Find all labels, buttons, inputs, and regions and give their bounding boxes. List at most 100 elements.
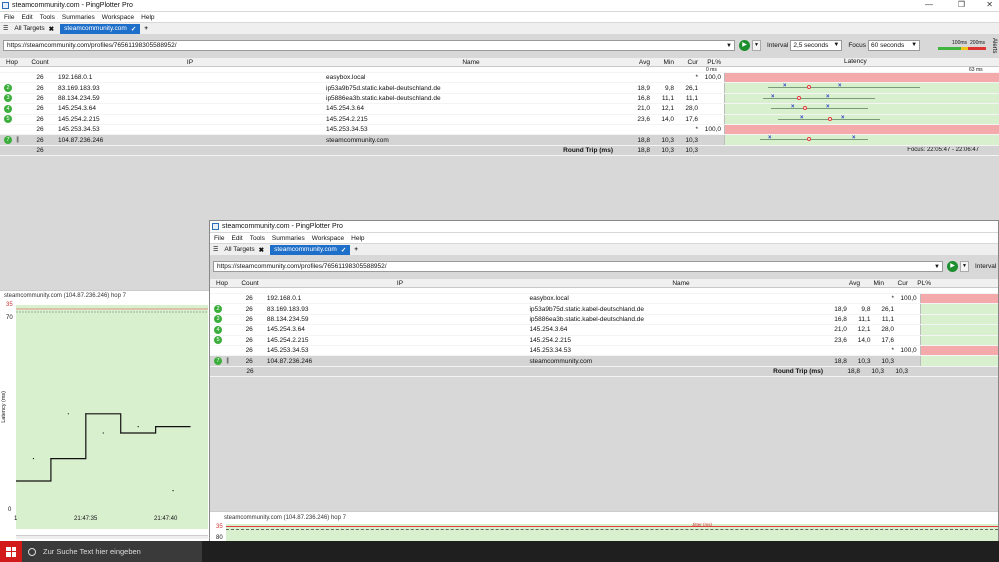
cell-avg: 18,8 — [834, 357, 847, 365]
timeline-plot-area[interactable] — [16, 305, 208, 529]
table-row[interactable]: 5 26 145.254.2.215 145.254.2.215 23,6 14,0 17,… — [0, 114, 999, 125]
col-count[interactable]: Count — [236, 280, 264, 287]
col-cur[interactable]: Cur — [677, 59, 701, 66]
col-cur[interactable]: Cur — [887, 280, 911, 287]
table-row[interactable]: 26 145.253.34.53 145.253.34.53 * 100,0 — [0, 124, 999, 136]
table-row[interactable]: 26 192.168.0.1 easybox.local * 100,0 — [0, 73, 999, 84]
latency-graph-cell[interactable]: × × — [724, 83, 999, 93]
menu-tools[interactable]: Tools — [40, 14, 55, 21]
chevron-down-icon[interactable]: ▼ — [934, 262, 940, 272]
latency-graph-cell[interactable] — [919, 325, 998, 335]
col-avg[interactable]: Avg — [826, 280, 863, 287]
latency-graph-cell[interactable] — [919, 356, 998, 366]
col-hop[interactable]: Hop — [0, 59, 26, 66]
col-ip[interactable]: IP — [264, 280, 536, 287]
focus-select[interactable]: 60 seconds ▼ — [868, 39, 921, 51]
hop-rows: 26 192.168.0.1 easybox.local * 100,0 2 26 83.16… — [210, 294, 998, 367]
close-tab-icon[interactable]: ✖ — [259, 246, 264, 254]
add-tab-icon[interactable]: + — [144, 25, 148, 32]
maximize-icon[interactable]: ❐ — [958, 0, 965, 9]
menu-help[interactable]: Help — [351, 235, 364, 242]
latency-graph-cell[interactable]: × × — [724, 135, 999, 145]
play-icon[interactable]: ▶ — [739, 39, 750, 51]
col-latency[interactable]: Latency — [724, 58, 999, 67]
play-options-button[interactable]: ▼ — [960, 260, 969, 272]
cell-count: 26 — [36, 126, 44, 134]
add-tab-icon[interactable]: + — [354, 246, 358, 253]
table-row[interactable]: 4 26 145.254.3.64 145.254.3.64 21,0 12,1 28,0 ×… — [0, 104, 999, 115]
cell-pl: 100,0 — [900, 295, 917, 303]
latency-graph-cell[interactable] — [919, 335, 998, 345]
latency-graph-cell[interactable] — [919, 314, 998, 325]
chevron-down-icon[interactable]: ▼ — [726, 41, 732, 51]
col-name[interactable]: Name — [326, 59, 616, 66]
latency-graph-cell[interactable]: × × — [724, 114, 999, 124]
menu-tools[interactable]: Tools — [250, 235, 265, 242]
avg-latency-marker — [803, 106, 807, 111]
latency-graph-cell[interactable] — [919, 304, 998, 314]
cell-count: 26 — [36, 74, 44, 82]
latency-graph-cell[interactable]: × × — [724, 104, 999, 114]
alerts-panel-tab[interactable]: Alerts — [991, 38, 997, 53]
start-button[interactable] — [0, 541, 22, 562]
menu-edit[interactable]: Edit — [231, 235, 242, 242]
tab-all-targets[interactable]: All Targets ✖ — [220, 245, 268, 255]
table-row[interactable]: 26 192.168.0.1 easybox.local * 100,0 — [210, 294, 998, 305]
close-tab-icon[interactable]: ✖ — [49, 25, 54, 33]
menu-edit[interactable]: Edit — [21, 14, 32, 21]
table-row[interactable]: 7 ▐ 26 104.87.236.246 steamcommunity.com 18,8… — [210, 356, 998, 367]
menu-workspace[interactable]: Workspace — [312, 235, 344, 242]
target-url-input[interactable]: https://steamcommunity.com/profiles/7656… — [3, 39, 735, 51]
legend-bar — [938, 46, 987, 50]
taskbar-search[interactable]: Zur Suche Text hier eingeben — [22, 541, 202, 562]
interval-select[interactable]: 2,5 seconds ▼ — [790, 39, 843, 51]
table-row[interactable]: 2 26 83.169.183.93 ip53a9b75d.static.kabel-… — [210, 304, 998, 315]
table-row[interactable]: 4 26 145.254.3.64 145.254.3.64 21,0 12,1 28,0 — [210, 325, 998, 336]
col-pl[interactable]: PL% — [911, 280, 934, 287]
table-row[interactable]: 3 26 88.134.234.59 ip5886ea3b.static.kabel-… — [210, 314, 998, 326]
table-row[interactable]: 5 26 145.254.2.215 145.254.2.215 23,6 14,0 17,… — [210, 335, 998, 346]
play-icon[interactable]: ▶ — [947, 260, 958, 272]
col-count[interactable]: Count — [26, 59, 54, 66]
col-min[interactable]: Min — [863, 280, 887, 287]
latency-graph-cell[interactable]: × × — [724, 93, 999, 104]
col-avg[interactable]: Avg — [616, 59, 653, 66]
minimize-icon[interactable]: — — [925, 0, 933, 9]
menu-help[interactable]: Help — [141, 14, 154, 21]
cell-cur: * — [891, 347, 895, 355]
min-max-marker: × — [768, 135, 772, 142]
col-name[interactable]: Name — [536, 280, 826, 287]
hop-number-badge: 3 — [214, 315, 222, 324]
menu-file[interactable]: File — [4, 14, 14, 21]
target-url-input[interactable]: https://steamcommunity.com/profiles/7656… — [213, 260, 943, 272]
min-max-marker: × — [838, 83, 842, 90]
cell-name: 145.253.34.53 — [326, 126, 368, 134]
latency-graph-cell[interactable] — [919, 345, 998, 356]
play-options-button[interactable]: ▼ — [752, 39, 761, 51]
table-row[interactable]: 2 26 83.169.183.93 ip53a9b75d.static.kabel-… — [0, 83, 999, 94]
col-hop[interactable]: Hop — [210, 280, 236, 287]
tab-steamcommunity[interactable]: steamcommunity.com ✓ — [270, 244, 351, 255]
latency-graph-cell[interactable] — [919, 294, 998, 304]
menu-workspace[interactable]: Workspace — [102, 14, 134, 21]
tab-all-targets[interactable]: All Targets ✖ — [10, 24, 58, 34]
graph-icon[interactable]: ▐ — [225, 358, 229, 364]
col-min[interactable]: Min — [653, 59, 677, 66]
table-row[interactable]: 26 145.253.34.53 145.253.34.53 * 100,0 — [210, 345, 998, 357]
latency-graph-cell[interactable] — [724, 73, 999, 83]
menu-file[interactable]: File — [214, 235, 224, 242]
menu-summaries[interactable]: Summaries — [62, 14, 95, 21]
latency-graph-cell[interactable] — [724, 124, 999, 135]
table-row[interactable]: 7 ▐ 26 104.87.236.246 steamcommunity.com 18,8… — [0, 135, 999, 146]
tab-steamcommunity[interactable]: steamcommunity.com ✓ — [60, 23, 141, 34]
close-icon[interactable]: ✕ — [986, 0, 993, 9]
menu-summaries[interactable]: Summaries — [272, 235, 305, 242]
col-ip[interactable]: IP — [54, 59, 326, 66]
table-row[interactable]: 3 26 88.134.234.59 ip5886ea3b.static.kabel-… — [0, 93, 999, 105]
col-pl[interactable]: PL% — [701, 59, 724, 66]
cell-pl: 100,0 — [900, 347, 917, 355]
timeline-scrollbar[interactable] — [16, 535, 208, 539]
graph-icon[interactable]: ▐ — [15, 137, 19, 143]
cell-ip: 145.253.34.53 — [266, 347, 309, 355]
hop-number-badge: 7 — [214, 357, 222, 366]
